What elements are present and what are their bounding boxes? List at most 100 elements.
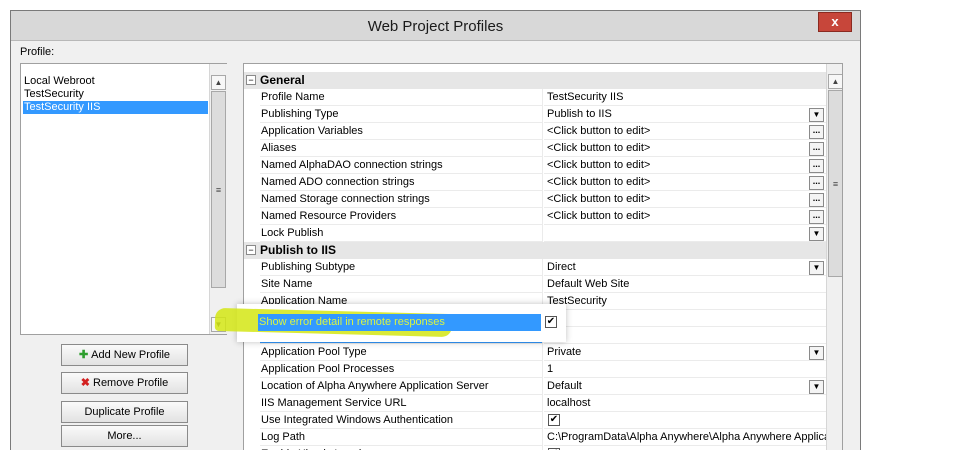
property-name: Application Pool Processes xyxy=(260,361,543,378)
ellipsis-icon[interactable]: ... xyxy=(809,142,824,156)
property-row[interactable]: Profile Name TestSecurity IIS xyxy=(244,89,826,106)
property-grid[interactable]: − General Profile Name TestSecurity IIS Publ… xyxy=(243,63,843,450)
checkmark-icon[interactable]: ✔ xyxy=(545,316,557,328)
property-value[interactable]: ✔ xyxy=(544,412,826,429)
property-value[interactable]: C:\ProgramData\Alpha Anywhere\Alpha Anyw… xyxy=(544,429,826,446)
property-value[interactable]: <Click button to edit> xyxy=(544,191,826,208)
property-value[interactable]: TestSecurity IIS xyxy=(544,89,826,106)
scroll-thumb[interactable]: ≡ xyxy=(828,90,842,277)
profile-item-testsecurity[interactable]: TestSecurity xyxy=(23,88,85,101)
category-label: General xyxy=(260,73,305,87)
property-value[interactable]: <Click button to edit> xyxy=(544,140,826,157)
scroll-up-icon[interactable]: ▲ xyxy=(211,75,226,90)
property-row[interactable]: IIS Management Service URL localhost xyxy=(244,395,826,412)
property-value[interactable]: Direct xyxy=(544,259,826,276)
property-name: Lock Publish xyxy=(260,225,543,242)
category-label: Publish to IIS xyxy=(260,243,337,257)
x-icon: ✖ xyxy=(80,377,90,389)
property-name: Site Name xyxy=(260,276,543,293)
property-name: Profile Name xyxy=(260,89,543,106)
property-row[interactable]: Application Pool Processes 1 xyxy=(244,361,826,378)
property-value[interactable]: <Click button to edit> xyxy=(544,157,826,174)
property-row[interactable]: Lock Publish ▼ xyxy=(244,225,826,242)
property-name: Named ADO connection strings xyxy=(260,174,543,191)
highlighted-property-name: Show error detail in remote responses xyxy=(258,314,541,331)
profile-item-testsecurity-iis[interactable]: TestSecurity IIS xyxy=(23,101,208,114)
property-value[interactable]: <Click button to edit> xyxy=(544,174,826,191)
property-grid-scrollbar[interactable]: ▲ ≡ xyxy=(826,64,842,450)
property-value[interactable]: localhost xyxy=(544,395,826,412)
property-row[interactable]: Use Integrated Windows Authentication ✔ xyxy=(244,412,826,429)
ellipsis-icon[interactable]: ... xyxy=(809,159,824,173)
category-row[interactable]: − General xyxy=(244,72,826,89)
property-value[interactable]: Private xyxy=(544,344,826,361)
duplicate-profile-button[interactable]: Duplicate Profile xyxy=(61,401,188,423)
scroll-thumb[interactable]: ≡ xyxy=(211,91,226,288)
property-row[interactable]: Location of Alpha Anywhere Application S… xyxy=(244,378,826,395)
dialog-window: Web Project Profiles x Profile: Local We… xyxy=(10,10,861,450)
category-row[interactable]: − Publish to IIS xyxy=(244,242,826,259)
property-value[interactable]: <Click button to edit> xyxy=(544,123,826,140)
property-name: Use Integrated Windows Authentication xyxy=(260,412,543,429)
remove-profile-label: Remove Profile xyxy=(93,377,169,389)
property-name: Publishing Type xyxy=(260,106,543,123)
property-name: Named AlphaDAO connection strings xyxy=(260,157,543,174)
profile-list-scrollbar[interactable]: ▲ ≡ ▼ xyxy=(209,64,227,334)
property-value[interactable] xyxy=(544,225,826,242)
property-name: Named Storage connection strings xyxy=(260,191,543,208)
close-button[interactable]: x xyxy=(818,12,852,32)
property-row[interactable]: Application Pool Type Private ▼ xyxy=(244,344,826,361)
property-value[interactable]: 1 xyxy=(544,361,826,378)
property-row[interactable]: Named Resource Providers <Click button to… xyxy=(244,208,826,225)
more-button[interactable]: More... xyxy=(61,425,188,447)
profile-list[interactable]: Local Webroot TestSecurity TestSecurity … xyxy=(20,63,227,335)
property-row[interactable]: Site Name Default Web Site xyxy=(244,276,826,293)
property-row[interactable]: Enable Xbasic Logging✔ xyxy=(244,446,826,450)
window-title: Web Project Profiles xyxy=(367,18,504,35)
property-value[interactable]: TestSecurity xyxy=(544,293,826,310)
property-row[interactable]: Log Path C:\ProgramData\Alpha Anywhere\Al… xyxy=(244,429,826,446)
property-row[interactable]: Application Variables <Click button to ed… xyxy=(244,123,826,140)
property-name: Location of Alpha Anywhere Application S… xyxy=(260,378,543,395)
property-row[interactable]: Named AlphaDAO connection strings <Click … xyxy=(244,157,826,174)
add-profile-label: Add New Profile xyxy=(91,349,171,361)
property-name: IIS Management Service URL xyxy=(260,395,543,412)
remove-profile-button[interactable]: ✖ Remove Profile xyxy=(61,372,188,394)
property-value[interactable]: Default xyxy=(544,378,826,395)
ellipsis-icon[interactable]: ... xyxy=(809,193,824,207)
chevron-down-icon[interactable]: ▼ xyxy=(809,380,824,394)
chevron-down-icon[interactable]: ▼ xyxy=(809,261,824,275)
property-row[interactable]: Named Storage connection strings <Click b… xyxy=(244,191,826,208)
scroll-up-icon[interactable]: ▲ xyxy=(828,74,842,89)
property-row[interactable]: Aliases <Click button to edit>... xyxy=(244,140,826,157)
ellipsis-icon[interactable]: ... xyxy=(809,176,824,190)
property-row[interactable]: Publishing Subtype Direct ▼ xyxy=(244,259,826,276)
highlighted-property-row[interactable]: Show error detail in remote responses ✔ xyxy=(242,314,566,331)
collapse-icon[interactable]: − xyxy=(246,245,256,255)
ellipsis-icon[interactable]: ... xyxy=(809,210,824,224)
property-value[interactable]: ✔ xyxy=(544,446,826,450)
profile-item-local-webroot[interactable]: Local Webroot xyxy=(23,75,96,88)
property-value[interactable]: <Click button to edit> xyxy=(544,208,826,225)
property-name: Application Pool Type xyxy=(260,344,543,361)
title-bar[interactable]: Web Project Profiles x xyxy=(11,11,860,41)
collapse-icon[interactable]: − xyxy=(246,75,256,85)
property-value[interactable]: ✔ xyxy=(544,327,826,344)
property-value[interactable]: Publish to IIS xyxy=(544,106,826,123)
profile-label: Profile: xyxy=(20,46,55,58)
property-name: Publishing Subtype xyxy=(260,259,543,276)
plus-icon: ✚ xyxy=(78,349,89,361)
property-value[interactable] xyxy=(544,310,826,327)
property-name: Named Resource Providers xyxy=(260,208,543,225)
add-profile-button[interactable]: ✚ Add New Profile xyxy=(61,344,188,366)
ellipsis-icon[interactable]: ... xyxy=(809,125,824,139)
chevron-down-icon[interactable]: ▼ xyxy=(809,227,824,241)
chevron-down-icon[interactable]: ▼ xyxy=(809,346,824,360)
property-row[interactable]: Publishing Type Publish to IIS ▼ xyxy=(244,106,826,123)
chevron-down-icon[interactable]: ▼ xyxy=(809,108,824,122)
checkmark-icon[interactable]: ✔ xyxy=(548,414,560,426)
property-value[interactable]: Default Web Site xyxy=(544,276,826,293)
property-row[interactable]: Named ADO connection strings <Click butto… xyxy=(244,174,826,191)
property-name: Log Path xyxy=(260,429,543,446)
property-name: Aliases xyxy=(260,140,543,157)
